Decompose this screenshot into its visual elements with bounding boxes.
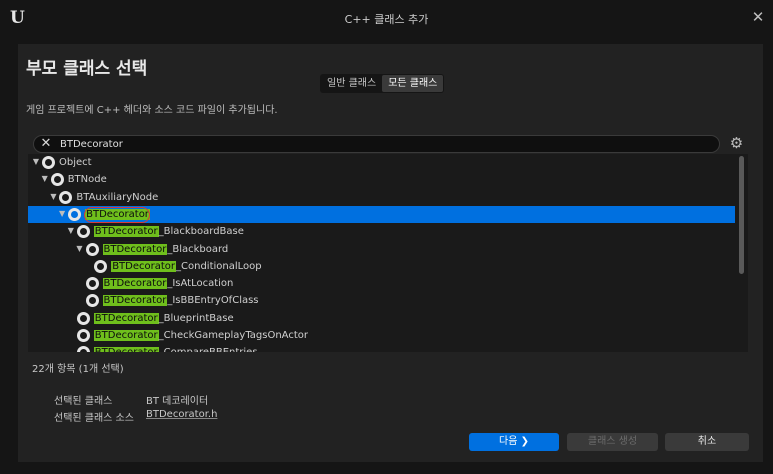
gear-icon[interactable]: ⚙ — [728, 135, 745, 152]
tree-item-label: BTDecorator_ConditionalLoop — [111, 260, 262, 273]
tree-scrollbar[interactable] — [739, 156, 744, 274]
next-button[interactable]: 다음 ❯ — [469, 433, 559, 451]
tree-item-label: BTDecorator_Blackboard — [102, 243, 229, 256]
uclass-icon — [76, 311, 90, 325]
expand-arrow-icon[interactable]: ▼ — [40, 174, 50, 184]
expand-arrow-icon[interactable]: ▼ — [75, 244, 85, 254]
tab-all-classes[interactable]: 모든 클래스 — [382, 75, 444, 92]
tree-item-label: Object — [59, 156, 92, 169]
tree-item-text: _CheckGameplayTagsOnActor — [158, 330, 308, 341]
tree-row[interactable]: ▼ Object — [28, 154, 735, 171]
selected-class-label: 선택된 클래스 — [54, 396, 113, 407]
tree-row[interactable]: BTDecorator_BlueprintBase — [28, 310, 735, 327]
search-match-highlight: BTDecorator — [102, 278, 168, 290]
tree-row[interactable]: ▼ BTNode — [28, 171, 735, 188]
tree-item-label: BTDecorator_IsAtLocation — [102, 277, 234, 290]
tree-row[interactable]: BTDecorator_IsAtLocation — [28, 275, 735, 292]
tree-row-selected[interactable]: ▼ BTDecorator — [28, 205, 735, 223]
uclass-icon — [76, 225, 90, 239]
tree-item-text: _BlueprintBase — [158, 312, 234, 324]
tree-item-label: BTDecorator_BlueprintBase — [93, 312, 234, 325]
tree-item-text: _Blackboard — [167, 243, 229, 255]
uclass-icon — [42, 156, 55, 169]
annotation-circle — [84, 206, 150, 223]
description-text: 게임 프로젝트에 C++ 헤더와 소스 코드 파일이 추가됩니다. — [26, 105, 278, 116]
tree-item-text: BTNode — [67, 174, 107, 186]
selected-source-link[interactable]: BTDecorator.h — [146, 409, 217, 420]
tree-item-text: _CompareBBEntries — [159, 347, 258, 352]
uclass-icon — [76, 346, 90, 352]
page-title: 부모 클래스 선택 — [26, 59, 148, 79]
cancel-button[interactable]: 취소 — [665, 433, 749, 451]
search-match-highlight: BTDecorator — [93, 330, 159, 341]
expand-arrow-icon[interactable]: ▼ — [66, 226, 76, 236]
tree-item-text: Object — [59, 157, 92, 168]
title-bar: U C++ 클래스 추가 ✕ — [0, 0, 773, 38]
tree-item-text: BTAuxiliaryNode — [76, 191, 159, 203]
tree-item-label: BTDecorator_CheckGameplayTagsOnActor — [93, 329, 308, 342]
tree-row[interactable]: BTDecorator_ConditionalLoop — [28, 258, 735, 275]
tree-item-label: BTNode — [68, 173, 107, 186]
create-class-button[interactable]: 클래스 생성 — [567, 433, 658, 451]
uclass-icon — [85, 294, 99, 308]
tree-row[interactable]: ▼ BTDecorator_Blackboard — [28, 241, 735, 258]
tree-row[interactable]: BTDecorator_IsBBEntryOfClass — [28, 292, 735, 309]
selected-source-label: 선택된 클래스 소스 — [54, 413, 134, 424]
selected-class-value: BT 데코레이터 — [146, 396, 209, 407]
dialog-panel: 부모 클래스 선택 일반 클래스 모든 클래스 게임 프로젝트에 C++ 헤더와… — [18, 44, 763, 462]
search-match-highlight: BTDecorator — [111, 260, 177, 272]
search-match-highlight: BTDecorator — [93, 312, 159, 324]
expand-arrow-icon[interactable]: ▼ — [31, 157, 41, 167]
tree-item-text: _ConditionalLoop — [176, 260, 262, 272]
search-match-highlight: BTDecorator — [102, 243, 168, 255]
search-match-highlight: BTDecorator — [93, 226, 159, 238]
search-match-highlight: BTDecorator — [93, 347, 159, 352]
expand-arrow-icon[interactable]: ▼ — [57, 209, 67, 219]
uclass-icon — [85, 242, 99, 256]
tree-item-label: BTDecorator_IsBBEntryOfClass — [102, 294, 259, 307]
tree-row[interactable]: BTDecorator_CheckGameplayTagsOnActor — [28, 327, 735, 344]
tree-item-text: _BlackboardBase — [158, 226, 244, 238]
search-match-highlight: BTDecorator — [102, 295, 168, 307]
tree-row[interactable]: ▼ BTAuxiliaryNode — [28, 189, 735, 206]
search-input[interactable] — [60, 137, 660, 151]
item-count: 22개 항목 (1개 선택) — [32, 364, 124, 375]
tree-item-label: BTDecorator_CompareBBEntries — [93, 346, 258, 352]
tree-row[interactable]: BTDecorator_CompareBBEntries — [28, 344, 735, 352]
uclass-icon — [68, 207, 82, 221]
uclass-icon — [50, 173, 64, 187]
clear-search-icon[interactable]: ✕ — [39, 136, 53, 152]
tree-item-label: BTDecorator_BlackboardBase — [93, 225, 244, 238]
tree-item-label: BTAuxiliaryNode — [76, 191, 158, 204]
uclass-icon — [59, 190, 73, 204]
class-tree: ▼ Object ▼ BTNode ▼ BTAuxiliaryNode ▼ BTDecorat… — [28, 154, 748, 352]
uclass-icon — [94, 259, 108, 273]
expand-arrow-icon[interactable]: ▼ — [48, 192, 58, 202]
close-icon[interactable]: ✕ — [750, 8, 766, 26]
window-title: C++ 클래스 추가 — [344, 13, 429, 26]
search-bar: ✕ — [33, 135, 720, 153]
class-filter-toggle: 일반 클래스 모든 클래스 — [320, 74, 445, 93]
tree-item-text: _IsAtLocation — [167, 278, 234, 290]
tree-item-text: _IsBBEntryOfClass — [167, 295, 259, 307]
tab-common-classes[interactable]: 일반 클래스 — [321, 75, 382, 92]
uclass-icon — [76, 329, 90, 342]
tree-row[interactable]: ▼ BTDecorator_BlackboardBase — [28, 223, 735, 240]
uclass-icon — [85, 277, 99, 291]
